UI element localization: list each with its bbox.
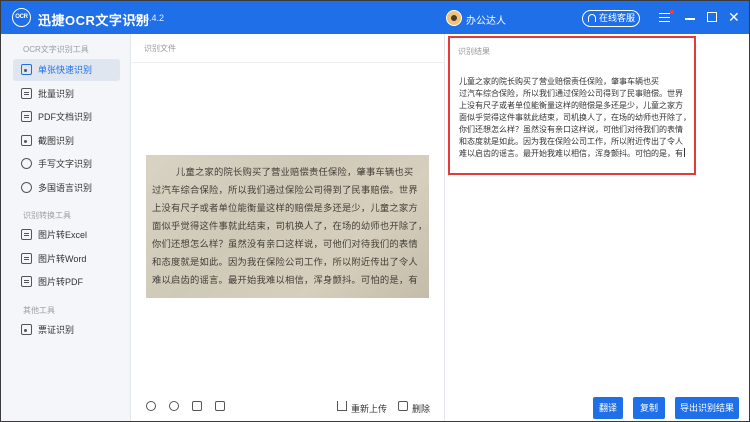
word-icon <box>21 253 32 264</box>
sidebar: OCR文字识别工具 单张快速识别 批量识别 PDF文档识别 截图识别 手写文字识… <box>1 34 131 421</box>
photo-text-line: 面似乎觉得这件事就此结束，司机换人了，在场的幼师也开除了， <box>152 221 428 232</box>
sidebar-item-screenshot[interactable]: 截图识别 <box>13 130 120 152</box>
reupload-button[interactable]: 重新上传 <box>351 402 387 415</box>
photo-text-line: 过汽车综合保险，所以我们通过保险公司得到了民事赔偿。世界 <box>152 185 418 196</box>
minimize-icon[interactable] <box>685 18 695 20</box>
sidebar-item-label: 多国语言识别 <box>38 183 93 193</box>
sidebar-item-label: 批量识别 <box>38 89 75 99</box>
sidebar-item-pdf[interactable]: PDF文档识别 <box>13 106 120 128</box>
pdf-icon <box>21 111 32 122</box>
rotate-right-icon[interactable] <box>215 401 225 411</box>
sidebar-item-multilanguage[interactable]: 多国语言识别 <box>13 177 120 199</box>
sidebar-item-label: 图片转PDF <box>38 277 84 287</box>
result-text-line: 儿童之家的院长购买了营业赔偿责任保险，肇事车辆也买 <box>459 77 659 86</box>
result-text-line: 你们还想怎么样？虽然没有亲口这样说，可他们对待我们的表情 <box>459 125 683 134</box>
zoom-in-icon[interactable] <box>146 401 156 411</box>
translate-button[interactable]: 翻译 <box>593 397 623 419</box>
notification-dot <box>670 10 674 14</box>
result-text-line: 上没有尺子或者单位能衡量这样的赔偿是多还是少，儿童之家方 <box>459 101 683 110</box>
sidebar-item-single[interactable]: 单张快速识别 <box>13 59 120 81</box>
sidebar-item-label: 票证识别 <box>38 325 75 335</box>
app-window: OCR 迅捷OCR文字识别 v8.6.4.2 办公达人 在线客服 ✕ OCR文字… <box>0 0 750 422</box>
result-text-line: 面似乎觉得这件事就此结束，司机换人了，在场的幼师也开除了， <box>459 113 691 122</box>
screenshot-icon <box>21 135 32 146</box>
sidebar-item-topdf[interactable]: 图片转PDF <box>13 271 120 293</box>
online-service-button[interactable]: 在线客服 <box>582 10 640 27</box>
result-panel-header: 识别结果 <box>458 47 490 56</box>
ticket-icon <box>21 324 32 335</box>
close-icon[interactable]: ✕ <box>728 10 740 24</box>
group-label-convert: 识别转换工具 <box>23 211 71 220</box>
result-highlight: 识别结果 儿童之家的院长购买了营业赔偿责任保险，肇事车辆也买 过汽车综合保险，所… <box>448 36 696 175</box>
text-caret <box>684 148 685 157</box>
user-name[interactable]: 办公达人 <box>466 12 506 27</box>
export-result-button[interactable]: 导出识别结果 <box>675 397 739 419</box>
avatar[interactable] <box>446 10 462 26</box>
sidebar-item-ticket[interactable]: 票证识别 <box>13 319 120 341</box>
photo-text-line: 难以启齿的谣言。最开始我难以相信，浑身颤抖。可怕的是，有 <box>152 275 418 286</box>
result-textarea[interactable]: 儿童之家的院长购买了营业赔偿责任保险，肇事车辆也买 过汽车综合保险，所以我们通过… <box>459 76 695 160</box>
sidebar-item-label: 单张快速识别 <box>38 65 93 75</box>
file-panel-header: 识别文件 <box>132 34 444 63</box>
sidebar-item-label: PDF文档识别 <box>38 112 93 122</box>
group-label-other: 其他工具 <box>23 306 55 315</box>
upload-icon[interactable] <box>337 401 347 411</box>
sidebar-item-word[interactable]: 图片转Word <box>13 248 120 270</box>
photo-text-line: 你们还想怎么样？虽然没有亲口这样说，可他们对待我们的表情 <box>152 239 418 250</box>
online-service-label: 在线客服 <box>599 13 636 23</box>
sidebar-item-handwriting[interactable]: 手写文字识别 <box>13 153 120 175</box>
photo-text-line: 上没有尺子或者单位能衡量这样的赔偿是多还是少，儿童之家方 <box>152 203 418 214</box>
sidebar-item-label: 图片转Excel <box>38 230 88 240</box>
result-text-line: 难以启齿的谣言。最开始我难以相信，浑身颤抖。可怕的是，有 <box>459 149 683 158</box>
menu-icon[interactable] <box>659 13 670 22</box>
ocr-logo: OCR <box>12 8 31 27</box>
sidebar-item-excel[interactable]: 图片转Excel <box>13 224 120 246</box>
image-icon <box>21 64 32 75</box>
uploaded-image: 儿童之家的院长购买了营业赔偿责任保险，肇事车辆也买 过汽车综合保险，所以我们通过… <box>146 155 429 298</box>
batch-icon <box>21 88 32 99</box>
sidebar-item-label: 手写文字识别 <box>38 159 93 169</box>
delete-button[interactable]: 删除 <box>412 402 430 415</box>
excel-icon <box>21 229 32 240</box>
zoom-out-icon[interactable] <box>169 401 179 411</box>
copy-button[interactable]: 复制 <box>633 397 665 419</box>
photo-text-line: 和态度就是如此。因为我在保险公司工作，所以附近传出了令人 <box>152 257 418 268</box>
result-text-line: 和态度就是如此。因为我在保险公司工作，所以附近传出了令人 <box>459 137 683 146</box>
globe-icon <box>21 182 32 193</box>
title-bar: OCR 迅捷OCR文字识别 v8.6.4.2 办公达人 在线客服 ✕ <box>1 1 749 34</box>
pdf-icon <box>21 276 32 287</box>
photo-text-line: 儿童之家的院长购买了营业赔偿责任保险，肇事车辆也买 <box>176 167 414 178</box>
maximize-icon[interactable] <box>707 12 717 22</box>
sidebar-item-label: 截图识别 <box>38 136 75 146</box>
image-toolbar: 重新上传 删除 <box>132 394 444 420</box>
group-label-ocr: OCR文字识别工具 <box>23 45 89 54</box>
sidebar-item-batch[interactable]: 批量识别 <box>13 83 120 105</box>
rotate-left-icon[interactable] <box>192 401 202 411</box>
headset-icon <box>588 14 596 22</box>
sidebar-item-label: 图片转Word <box>38 254 87 264</box>
app-version: v8.6.4.2 <box>132 13 165 23</box>
result-text-line: 过汽车综合保险，所以我们通过保险公司得到了民事赔偿。世界 <box>459 89 683 98</box>
trash-icon[interactable] <box>398 401 408 411</box>
file-panel: 识别文件 儿童之家的院长购买了营业赔偿责任保险，肇事车辆也买 过汽车综合保险，所… <box>132 34 445 421</box>
pen-icon <box>21 158 32 169</box>
result-panel: 识别结果 儿童之家的院长购买了营业赔偿责任保险，肇事车辆也买 过汽车综合保险，所… <box>446 34 749 421</box>
